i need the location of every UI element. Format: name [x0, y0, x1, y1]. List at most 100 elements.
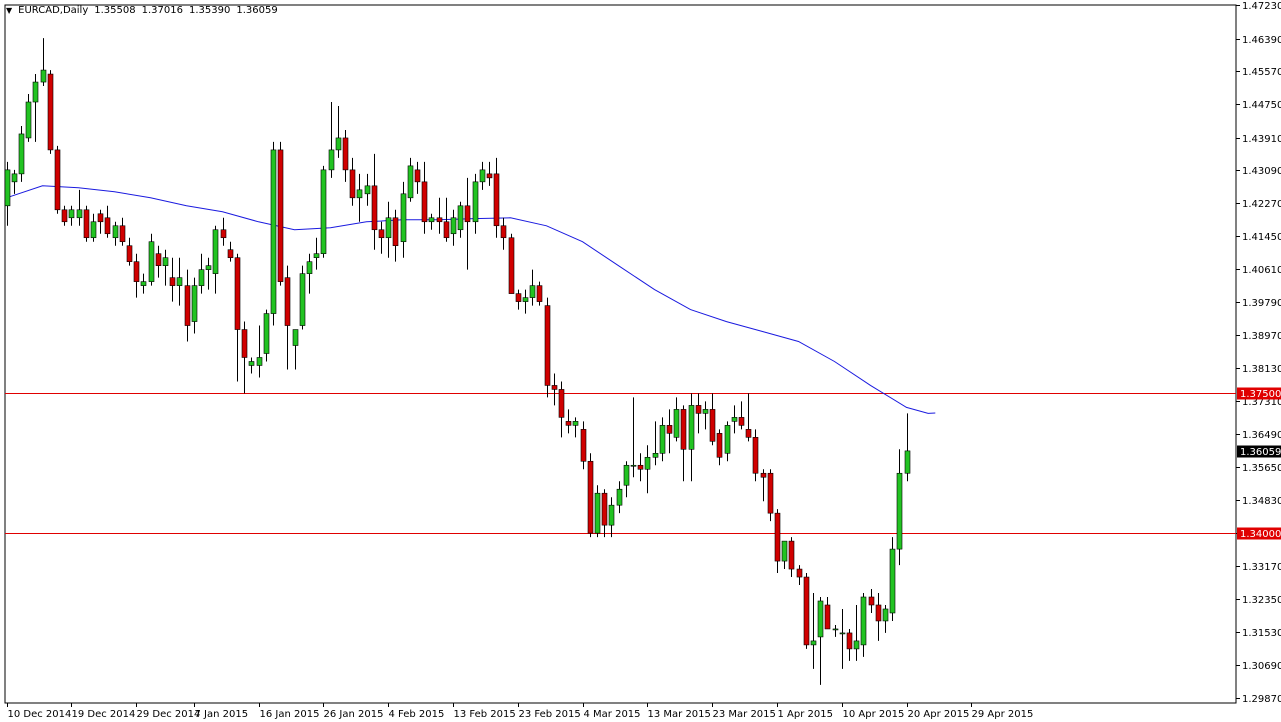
- bear-candle-body: [371, 185, 378, 231]
- bull-candle-body: [263, 313, 270, 354]
- bull-candle-body: [472, 181, 479, 223]
- bear-candle-body: [752, 437, 759, 474]
- bull-candle-body: [306, 261, 313, 274]
- x-tick-label: 26 Jan 2015: [324, 709, 384, 720]
- bear-candle-body: [378, 229, 385, 239]
- bear-candle-body: [788, 540, 795, 570]
- bull-candle-body: [781, 540, 788, 562]
- bear-candle-body: [493, 173, 500, 227]
- x-tick-label: 19 Dec 2014: [72, 709, 136, 720]
- bear-candle-body: [760, 472, 767, 478]
- bull-candle-body: [313, 253, 320, 258]
- level-tag-label: 1.37500: [1240, 389, 1281, 400]
- bull-candle-body: [248, 361, 255, 366]
- bull-candle-body: [630, 464, 637, 467]
- bull-candle-body: [205, 265, 212, 270]
- bull-candle-body: [688, 405, 695, 450]
- bull-candle-body: [904, 450, 911, 474]
- bear-candle-body: [666, 425, 673, 434]
- bull-candle-body: [860, 596, 867, 646]
- bull-candle-body: [256, 357, 263, 366]
- bull-candle-body: [212, 229, 219, 274]
- bull-candle-body: [529, 285, 536, 298]
- y-tick-label: 1.31530: [1242, 628, 1281, 639]
- bear-candle-body: [738, 417, 745, 426]
- bull-candle-body: [407, 165, 414, 199]
- moving-average-line: [6, 185, 936, 414]
- bull-candle-body: [623, 464, 630, 486]
- y-tick-label: 1.33170: [1242, 562, 1281, 573]
- bull-candle-body: [572, 421, 579, 426]
- bull-candle-body: [335, 137, 342, 151]
- bear-candle-body: [716, 433, 723, 458]
- bull-candle-body: [90, 221, 97, 239]
- bull-candle-body: [896, 472, 903, 550]
- bear-candle-body: [392, 217, 399, 247]
- bear-candle-body: [500, 225, 507, 239]
- x-tick-label: 29 Dec 2014: [137, 709, 201, 720]
- bull-candle-body: [198, 269, 205, 286]
- bull-candle-body: [817, 600, 824, 638]
- y-tick-label: 1.32350: [1242, 595, 1281, 606]
- bear-candle-body: [155, 253, 162, 266]
- x-tick-label: 29 Apr 2015: [972, 709, 1034, 720]
- bull-candle-body: [450, 217, 457, 235]
- bear-candle-body: [875, 604, 882, 622]
- bear-candle-body: [486, 173, 493, 179]
- y-tick-label: 1.45570: [1242, 67, 1281, 78]
- bull-candle-body: [40, 69, 47, 83]
- bear-candle-body: [119, 225, 126, 243]
- candles: [4, 38, 911, 685]
- x-tick-label: 16 Jan 2015: [260, 709, 320, 720]
- bear-candle-body: [47, 73, 54, 151]
- x-axis: 10 Dec 2014 19 Dec 2014 29 Dec 20147 Jan 2…: [7, 703, 1034, 720]
- bull-candle-body: [839, 632, 846, 635]
- y-tick-label: 1.40610: [1242, 265, 1281, 276]
- y-tick-label: 1.39790: [1242, 298, 1281, 309]
- open-value: 1.35508: [94, 5, 136, 16]
- x-tick-label: 20 Apr 2015: [908, 709, 970, 720]
- x-tick-label: 7 Jan 2015: [195, 709, 249, 720]
- bear-candle-body: [580, 429, 587, 462]
- dropdown-triangle-icon[interactable]: ▼: [6, 6, 12, 15]
- bear-candle-body: [414, 169, 421, 183]
- bear-candle-body: [868, 596, 875, 606]
- bear-candle-body: [349, 169, 356, 199]
- x-tick-label: 13 Mar 2015: [648, 709, 711, 720]
- bull-candle-body: [18, 133, 25, 175]
- price-chart: 1.47230 1.46390 1.45570 1.44750 1.43910 1.430…: [4, 1, 1281, 720]
- bear-candle-body: [803, 576, 810, 646]
- y-tick-label: 1.43090: [1242, 166, 1281, 177]
- bull-candle-body: [112, 225, 119, 239]
- plot-frame: [4, 4, 1237, 704]
- bear-candle-body: [443, 221, 450, 239]
- bear-candle-body: [169, 277, 176, 286]
- y-tick-label: 1.42270: [1242, 199, 1281, 210]
- bull-candle-body: [659, 425, 666, 454]
- bull-candle-body: [724, 425, 731, 454]
- y-tick-label: 1.29870: [1242, 694, 1281, 705]
- bear-candle-body: [767, 472, 774, 514]
- bull-candle-body: [832, 628, 839, 631]
- bull-candle-body: [292, 329, 299, 346]
- symbol-label: EURCAD,Daily: [18, 5, 89, 16]
- x-tick-label: 1 Apr 2015: [778, 709, 833, 720]
- bull-candle-body: [176, 277, 183, 286]
- bull-candle-body: [853, 640, 860, 650]
- y-tick-label: 1.36490: [1242, 430, 1281, 441]
- bull-candle-body: [810, 640, 817, 646]
- bull-candle-body: [76, 209, 83, 219]
- x-tick-label: 13 Feb 2015: [454, 709, 516, 720]
- bear-candle-body: [796, 568, 803, 578]
- bear-candle-body: [565, 421, 572, 426]
- bear-candle-body: [709, 409, 716, 442]
- x-tick-label: 10 Apr 2015: [843, 709, 905, 720]
- bear-candle-body: [126, 245, 133, 262]
- bull-candle-body: [428, 217, 435, 223]
- chart-window: 1.47230 1.46390 1.45570 1.44750 1.43910 1.430…: [0, 0, 1281, 722]
- y-tick-label: 1.30690: [1242, 661, 1281, 672]
- bear-candle-body: [846, 632, 853, 650]
- bull-candle-body: [673, 409, 680, 438]
- bear-candle-body: [551, 385, 558, 390]
- bear-candle-body: [61, 209, 68, 223]
